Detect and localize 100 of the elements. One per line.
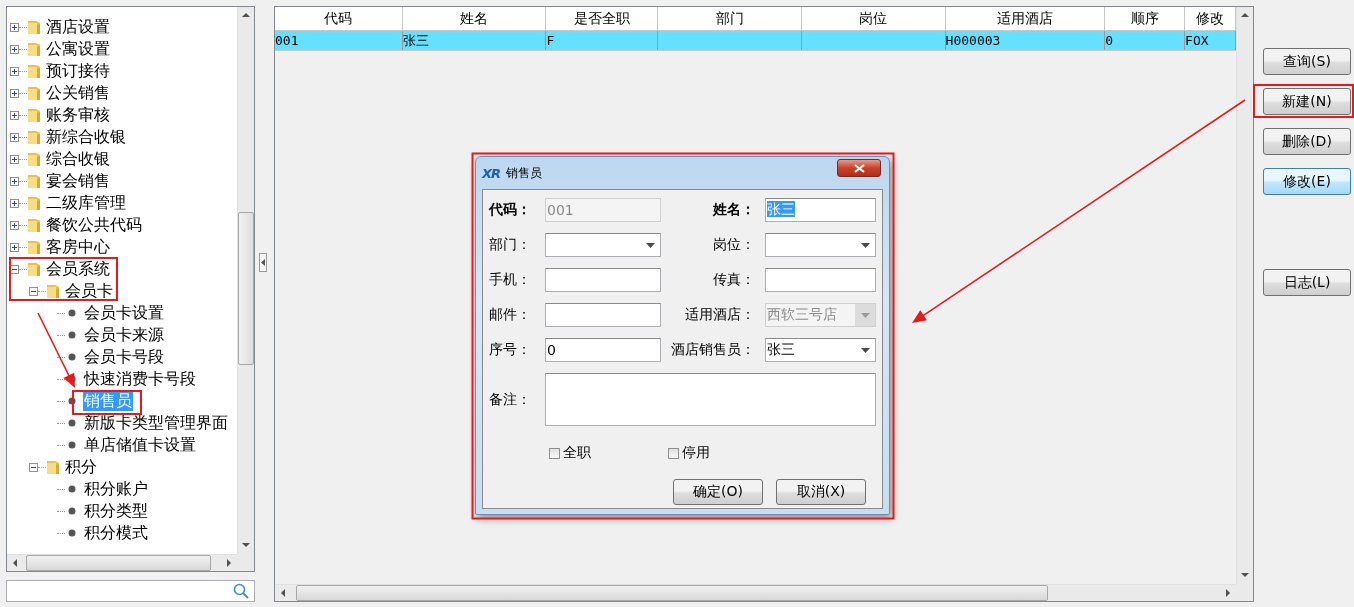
collapse-icon[interactable] bbox=[29, 462, 38, 472]
field-label: 备注： bbox=[489, 390, 532, 409]
field-label: 部门： bbox=[489, 236, 532, 254]
checkbox[interactable] bbox=[549, 447, 560, 459]
column-header[interactable]: 代码 bbox=[275, 7, 403, 31]
tree-item[interactable]: 积分模式 bbox=[83, 523, 149, 543]
expand-icon[interactable] bbox=[10, 88, 19, 98]
column-header[interactable]: 岗位 bbox=[801, 7, 946, 31]
tree-item[interactable]: 公寓设置 bbox=[45, 39, 111, 59]
folder-icon bbox=[27, 85, 41, 101]
action-button[interactable]: 新建(N) bbox=[1263, 88, 1351, 115]
column-header[interactable]: 适用酒店 bbox=[945, 7, 1106, 31]
expand-icon[interactable] bbox=[10, 110, 19, 120]
input-field[interactable] bbox=[765, 268, 876, 292]
collapse-icon[interactable] bbox=[10, 264, 19, 274]
bullet-icon bbox=[68, 353, 76, 361]
folder-icon bbox=[27, 261, 41, 277]
collapse-icon[interactable] bbox=[29, 286, 38, 296]
tree-item[interactable]: 积分类型 bbox=[83, 501, 149, 521]
expand-icon[interactable] bbox=[10, 66, 19, 76]
tree-item[interactable]: 客房中心 bbox=[45, 237, 111, 257]
column-header[interactable]: 修改 bbox=[1185, 7, 1236, 31]
tree-item[interactable]: 积分 bbox=[64, 457, 98, 477]
dropdown-field[interactable] bbox=[765, 233, 876, 257]
close-icon[interactable] bbox=[853, 163, 865, 173]
dialog-title: 销售员 bbox=[506, 164, 544, 182]
tree-item[interactable]: 新综合收银 bbox=[45, 127, 127, 147]
tree-item[interactable]: 新版卡类型管理界面 bbox=[83, 413, 229, 433]
horizontal-scrollbar[interactable] bbox=[275, 584, 1236, 601]
action-button[interactable]: 查询(S) bbox=[1263, 48, 1351, 75]
scrollbar-thumb[interactable] bbox=[26, 555, 211, 571]
vertical-scrollbar[interactable] bbox=[237, 7, 254, 554]
input-field[interactable] bbox=[545, 268, 661, 292]
tree-item[interactable]: 会员卡来源 bbox=[83, 325, 165, 345]
table-cell: 张三 bbox=[402, 31, 429, 50]
input-field[interactable] bbox=[545, 303, 661, 327]
expand-icon[interactable] bbox=[10, 220, 19, 230]
splitter-handle[interactable] bbox=[259, 253, 267, 272]
collapse-left-icon[interactable] bbox=[261, 259, 265, 266]
dropdown-field[interactable]: 张三 bbox=[765, 338, 876, 362]
table-row[interactable]: 001 张三 F H000003 0 FOX bbox=[275, 31, 1236, 51]
tree-item[interactable]: 会员卡设置 bbox=[83, 303, 165, 323]
table-cell: 0 bbox=[1105, 33, 1114, 48]
input-field[interactable]: 0 bbox=[545, 338, 661, 362]
expand-icon[interactable] bbox=[10, 242, 19, 252]
dialog-button[interactable]: 取消(X) bbox=[776, 479, 866, 505]
folder-icon bbox=[27, 217, 41, 233]
tree-item[interactable]: 账务审核 bbox=[45, 105, 111, 125]
tree-item[interactable]: 综合收银 bbox=[45, 149, 111, 169]
folder-icon bbox=[27, 151, 41, 167]
vertical-scrollbar[interactable] bbox=[1236, 7, 1253, 584]
dropdown-field[interactable] bbox=[545, 233, 661, 257]
action-button[interactable]: 删除(D) bbox=[1263, 128, 1351, 155]
tree-item[interactable]: 单店储值卡设置 bbox=[83, 435, 197, 455]
dropdown-arrow-icon[interactable] bbox=[860, 347, 870, 353]
horizontal-scrollbar[interactable] bbox=[7, 554, 237, 571]
column-header[interactable]: 顺序 bbox=[1105, 7, 1186, 31]
field-label: 适用酒店： bbox=[684, 306, 756, 324]
expand-icon[interactable] bbox=[10, 154, 19, 164]
search-icon[interactable] bbox=[233, 583, 249, 599]
checkbox[interactable] bbox=[668, 447, 679, 459]
expand-icon[interactable] bbox=[10, 22, 19, 32]
bullet-icon bbox=[68, 331, 76, 339]
field-label: 酒店销售员： bbox=[670, 341, 756, 359]
tree-item[interactable]: 宴会销售 bbox=[45, 171, 111, 191]
action-button[interactable]: 日志(L) bbox=[1263, 269, 1351, 296]
tree-item[interactable]: 快速消费卡号段 bbox=[83, 369, 197, 389]
checkbox-label[interactable]: 停用 bbox=[682, 444, 710, 462]
expand-icon[interactable] bbox=[10, 198, 19, 208]
bullet-icon bbox=[68, 309, 76, 317]
tree-item[interactable]: 积分账户 bbox=[83, 479, 149, 499]
checkbox-label[interactable]: 全职 bbox=[563, 444, 591, 462]
tree-item[interactable]: 预订接待 bbox=[45, 61, 111, 81]
table-cell: F bbox=[546, 33, 555, 48]
dialog-button[interactable]: 确定(O) bbox=[673, 479, 763, 505]
scrollbar-thumb[interactable] bbox=[296, 585, 1048, 601]
column-header[interactable]: 姓名 bbox=[402, 7, 547, 31]
app-logo: XR bbox=[482, 165, 501, 181]
folder-icon bbox=[27, 173, 41, 189]
bullet-icon bbox=[68, 507, 76, 515]
tree-item[interactable]: 二级库管理 bbox=[45, 193, 127, 213]
tree-item[interactable]: 餐饮公共代码 bbox=[45, 215, 143, 235]
tree-item[interactable]: 会员卡 bbox=[64, 281, 114, 301]
close-button[interactable] bbox=[837, 159, 881, 177]
tree-item[interactable]: 会员卡号段 bbox=[83, 347, 165, 367]
column-header[interactable]: 是否全职 bbox=[546, 7, 659, 31]
scrollbar-thumb[interactable] bbox=[238, 212, 254, 365]
tree-item[interactable]: 会员系统 bbox=[45, 259, 111, 279]
column-header[interactable]: 部门 bbox=[658, 7, 802, 31]
tree-item[interactable]: 酒店设置 bbox=[45, 17, 111, 37]
bullet-icon bbox=[68, 397, 76, 405]
expand-icon[interactable] bbox=[10, 132, 19, 142]
dropdown-arrow-icon[interactable] bbox=[860, 242, 870, 248]
search-field[interactable] bbox=[6, 580, 255, 602]
action-button[interactable]: 修改(E) bbox=[1263, 168, 1351, 195]
tree-item[interactable]: 公关销售 bbox=[45, 83, 111, 103]
dropdown-arrow-icon[interactable] bbox=[645, 242, 655, 248]
notes-field[interactable] bbox=[545, 373, 876, 426]
expand-icon[interactable] bbox=[10, 176, 19, 186]
expand-icon[interactable] bbox=[10, 44, 19, 54]
